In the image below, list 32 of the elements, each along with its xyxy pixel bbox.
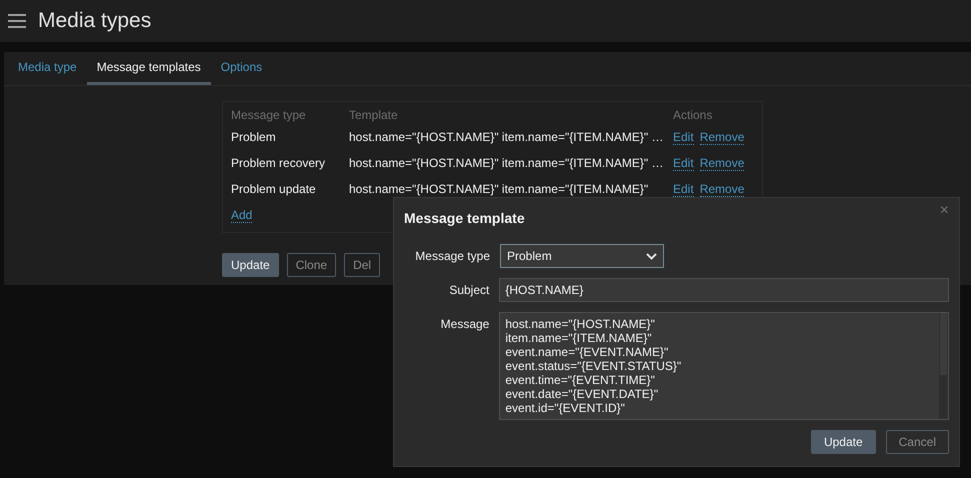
dialog-title: Message template — [404, 210, 526, 226]
tab[interactable]: Media type — [8, 52, 87, 85]
menu-icon[interactable] — [8, 14, 26, 28]
action-link[interactable]: Remove — [700, 130, 744, 144]
tab[interactable]: Options — [210, 52, 272, 85]
table-cell-text: host.name="{HOST.NAME}" item.name="{ITEM.NAME}" — [349, 182, 650, 196]
dialog-button[interactable]: Update — [810, 430, 876, 454]
table-cell-text: host.name="{HOST.NAME}" item.name="{ITEM.NAME}" … — [349, 156, 664, 170]
column-header: Actions — [673, 108, 712, 122]
subject-field[interactable]: {HOST.NAME} — [499, 278, 949, 302]
dialog-button[interactable]: Cancel — [886, 430, 949, 454]
form-button[interactable]: Update — [222, 253, 279, 277]
chevron-icon — [646, 252, 657, 260]
table-cell-text: host.name="{HOST.NAME}" item.name="{ITEM.NAME}" … — [349, 130, 664, 144]
form-button[interactable]: Clone — [286, 253, 336, 277]
form-button[interactable]: Del — [344, 253, 380, 277]
action-link[interactable]: Edit — [673, 156, 694, 170]
field-label: Subject — [448, 282, 490, 299]
column-header: Message type — [231, 108, 307, 122]
message-type-select[interactable]: Problem — [500, 244, 664, 268]
table-cell-text: Problem update — [231, 182, 317, 196]
page-title: Media types — [38, 9, 152, 33]
tab[interactable]: Message templates — [86, 52, 211, 85]
action-link[interactable]: Remove — [700, 156, 744, 170]
field-label: Message — [440, 316, 490, 333]
table-cell-text: Problem recovery — [231, 156, 326, 170]
action-link[interactable]: Edit — [673, 130, 694, 144]
column-header: Template — [349, 108, 399, 122]
table-cell-text: Problem — [231, 130, 277, 144]
close-button[interactable]: × — [936, 202, 953, 220]
add-link[interactable]: Add — [231, 208, 252, 222]
field-label: Message type — [414, 248, 491, 265]
